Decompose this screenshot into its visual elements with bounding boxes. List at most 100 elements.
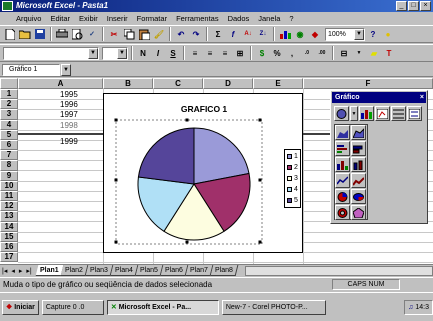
column-chart-icon[interactable] — [335, 157, 350, 172]
menu-dados[interactable]: Dados — [228, 14, 250, 23]
column-header-e[interactable]: E — [253, 78, 303, 89]
speaker-icon[interactable]: ♫ — [408, 304, 413, 311]
tab-plan1[interactable]: Plan1 — [35, 265, 64, 276]
print-preview-icon[interactable] — [70, 27, 84, 41]
font-size-select[interactable]: ▼ — [102, 46, 128, 60]
redo-icon[interactable]: ↷ — [189, 27, 203, 41]
row-header-8[interactable]: 8 — [0, 160, 18, 171]
selection-handle[interactable] — [114, 240, 118, 244]
align-right-icon[interactable]: ≡ — [218, 46, 232, 60]
help-icon[interactable]: ? — [366, 27, 380, 41]
spelling-icon[interactable]: ✓ — [85, 27, 99, 41]
tab-plan3[interactable]: Plan3 — [85, 265, 114, 276]
selection-handle[interactable] — [258, 178, 262, 182]
menu-janela[interactable]: Janela — [258, 14, 280, 23]
3d-column-chart-icon[interactable] — [351, 157, 366, 172]
row-header-9[interactable]: 9 — [0, 170, 18, 181]
zoom-select[interactable]: 100% ▼ — [325, 27, 365, 41]
column-header-f[interactable]: F — [303, 78, 433, 89]
area-chart-icon[interactable] — [335, 125, 350, 140]
line-chart-icon[interactable] — [335, 173, 350, 188]
3d-bar-chart-icon[interactable] — [351, 141, 366, 156]
row-header-6[interactable]: 6 — [0, 140, 18, 151]
bold-button[interactable]: N — [136, 46, 150, 60]
first-sheet-icon[interactable]: |◂ — [0, 267, 9, 275]
maximize-button[interactable]: □ — [408, 1, 419, 11]
row-header-16[interactable]: 16 — [0, 242, 18, 253]
palette-title[interactable]: Gráfico × — [332, 92, 426, 103]
last-sheet-icon[interactable]: ▸| — [24, 267, 33, 275]
clock[interactable]: 14:3 — [415, 304, 429, 311]
horizontal-scrollbar[interactable] — [244, 265, 433, 276]
chart-type-dropdown[interactable] — [334, 124, 368, 220]
italic-button[interactable]: I — [151, 46, 165, 60]
tab-plan6[interactable]: Plan6 — [160, 265, 189, 276]
decrease-decimal-icon[interactable]: .00 — [315, 46, 329, 60]
open-folder-icon[interactable] — [18, 27, 32, 41]
tab-plan5[interactable]: Plan5 — [135, 265, 164, 276]
selection-handle[interactable] — [258, 118, 262, 122]
font-name-select[interactable]: ▼ — [3, 46, 99, 60]
menu-editar[interactable]: Editar — [50, 14, 70, 23]
merge-center-icon[interactable]: ⊞ — [233, 46, 247, 60]
chevron-down-icon[interactable]: ▼ — [352, 46, 366, 60]
menu-arquivo[interactable]: Arquivo — [16, 14, 41, 23]
row-header-17[interactable]: 17 — [0, 252, 18, 263]
taskbar-item-excel[interactable]: ✕ Microsoft Excel - Pa... — [106, 299, 219, 315]
column-header-d[interactable]: D — [203, 78, 253, 89]
font-color-icon[interactable]: T — [382, 46, 396, 60]
function-wizard-icon[interactable]: f — [226, 27, 240, 41]
new-file-icon[interactable] — [3, 27, 17, 41]
3d-pie-chart-icon[interactable] — [351, 189, 366, 204]
sort-descending-icon[interactable]: Z↓ — [256, 27, 270, 41]
row-header-10[interactable]: 10 — [0, 180, 18, 191]
tab-plan4[interactable]: Plan4 — [110, 265, 139, 276]
chart-wizard-icon[interactable] — [278, 27, 292, 41]
menu-inserir[interactable]: Inserir — [107, 14, 128, 23]
selection-handle[interactable] — [258, 240, 262, 244]
chart-legend[interactable]: 1 2 3 4 5 — [284, 149, 301, 208]
fill-color-icon[interactable]: ▰ — [367, 46, 381, 60]
selection-handle[interactable] — [185, 240, 189, 244]
chevron-down-icon[interactable]: ▼ — [354, 28, 364, 40]
menu-ferramentas[interactable]: Ferramentas — [176, 14, 219, 23]
radar-chart-icon[interactable] — [351, 205, 366, 220]
column-header-b[interactable]: B — [103, 78, 153, 89]
copy-icon[interactable] — [122, 27, 136, 41]
borders-icon[interactable]: ⊟ — [337, 46, 351, 60]
doughnut-chart-icon[interactable] — [335, 205, 350, 220]
chart-toolbar-palette[interactable]: Gráfico × ▼ — [330, 90, 428, 224]
tab-plan7[interactable]: Plan7 — [185, 265, 214, 276]
comma-style-icon[interactable]: , — [285, 46, 299, 60]
autosum-icon[interactable]: Σ — [211, 27, 225, 41]
start-button[interactable]: ❖ Iniciar — [2, 299, 39, 315]
3d-line-chart-icon[interactable] — [351, 173, 366, 188]
row-header-3[interactable]: 3 — [0, 109, 18, 120]
format-painter-icon[interactable]: 🖌 — [152, 27, 166, 41]
selection-handle[interactable] — [185, 118, 189, 122]
default-chart-icon[interactable] — [359, 106, 374, 121]
row-header-12[interactable]: 12 — [0, 201, 18, 212]
row-header-5[interactable]: 5 — [0, 129, 18, 140]
legend-icon[interactable] — [407, 106, 422, 121]
pie-chart-icon[interactable] — [335, 189, 350, 204]
name-box[interactable]: Gráfico 1 — [2, 64, 60, 76]
sort-ascending-icon[interactable]: A↓ — [241, 27, 255, 41]
excel-app-icon[interactable] — [2, 1, 13, 11]
row-header-4[interactable]: 4 — [0, 119, 18, 130]
close-icon[interactable]: × — [420, 92, 424, 103]
row-header-11[interactable]: 11 — [0, 191, 18, 202]
menu-exibir[interactable]: Exibir — [79, 14, 98, 23]
chevron-down-icon[interactable]: ▼ — [88, 47, 98, 59]
row-header-2[interactable]: 2 — [0, 99, 18, 110]
taskbar-item-corel[interactable]: New-7 - Corel PHOTO-P... — [221, 299, 326, 315]
menu-formatar[interactable]: Formatar — [137, 14, 167, 23]
select-all-corner[interactable] — [0, 78, 18, 89]
undo-icon[interactable]: ↶ — [174, 27, 188, 41]
row-header-7[interactable]: 7 — [0, 150, 18, 161]
tip-wizard-icon[interactable]: ● — [381, 27, 395, 41]
percent-icon[interactable]: % — [270, 46, 284, 60]
map-icon[interactable]: ◉ — [293, 27, 307, 41]
taskbar-item-capture[interactable]: Capture 0 .0 — [41, 299, 104, 315]
print-icon[interactable] — [55, 27, 69, 41]
